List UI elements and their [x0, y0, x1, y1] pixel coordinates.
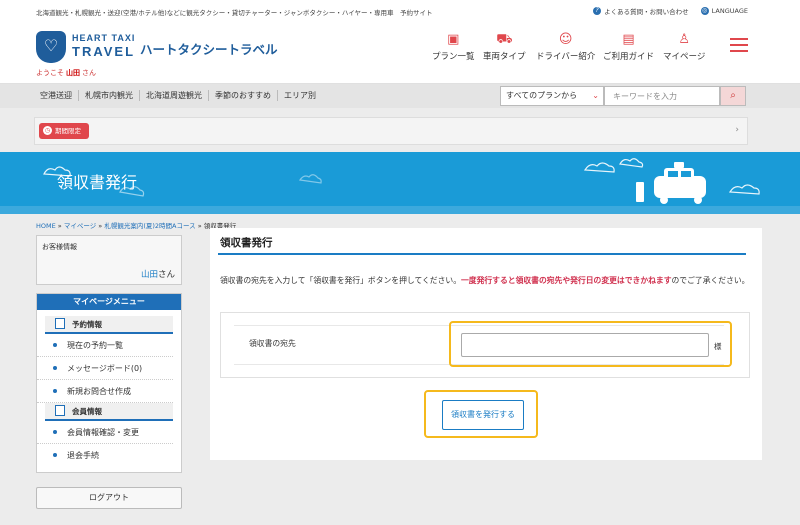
- nav-guide[interactable]: ▤ ご利用ガイド: [603, 32, 654, 62]
- nav-mypage-label: マイページ: [663, 52, 706, 62]
- receipt-panel: 領収書発行 領収書の宛先を入力して「領収書を発行」ボタンを押してください。一度発…: [210, 228, 762, 460]
- instructions-tail: のでご了承ください。: [671, 276, 750, 285]
- menu-section-member-label: 会員情報: [72, 407, 102, 416]
- limited-tag-label: 期間限定: [55, 127, 81, 135]
- faq-link[interactable]: ? よくある質問・お問い合わせ: [593, 6, 689, 16]
- nav-vehicles-label: 車両タイプ: [483, 52, 526, 62]
- subnav-area[interactable]: エリア別: [277, 90, 322, 101]
- page-title: 領収書発行: [220, 237, 273, 249]
- instructions-warning: 一度発行すると領収書の宛先や発行日の変更はできかねます: [461, 276, 672, 285]
- recipient-form-row: 領収書の宛先 様: [220, 312, 750, 378]
- mypage-menu: マイページメニュー 予約情報 現在の予約一覧 メッセージボード(0) 新規お問合…: [36, 293, 182, 473]
- menu-section-booking: 予約情報: [45, 316, 173, 334]
- nav-mypage[interactable]: ♙ マイページ: [663, 32, 705, 62]
- person-icon: ♙: [678, 32, 690, 47]
- issue-receipt-button[interactable]: 領収書を発行する: [442, 400, 524, 430]
- customer-info-title: お客様情報: [42, 243, 77, 251]
- subnav-seasonal[interactable]: 季節のおすすめ: [208, 90, 277, 101]
- customer-name-suffix: さん: [157, 270, 175, 280]
- breadcrumb: HOME » マイページ » 札幌観光案内(夏)2時間Aコース » 領収書発行: [36, 222, 237, 230]
- user-name: 山田: [66, 69, 80, 77]
- honorific-suffix: 様: [714, 342, 722, 351]
- menu-section-booking-label: 予約情報: [72, 320, 102, 329]
- document-icon: [55, 318, 65, 329]
- welcome-message: ようこそ 山田 さん: [36, 68, 96, 78]
- chevron-down-icon: ⌄: [592, 91, 599, 100]
- recipient-input[interactable]: [461, 333, 709, 357]
- search-button[interactable]: ⌕: [720, 86, 746, 106]
- logo-en-top: HEART TAXI: [72, 33, 136, 43]
- logout-button[interactable]: ログアウト: [36, 487, 182, 509]
- instructions: 領収書の宛先を入力して「領収書を発行」ボタンを押してください。一度発行すると領収…: [220, 274, 750, 287]
- subnav-sapporo[interactable]: 札幌市内観光: [78, 90, 139, 101]
- recipient-label: 領収書の宛先: [249, 339, 296, 348]
- clock-icon: ◷: [43, 126, 52, 135]
- breadcrumb-home[interactable]: HOME: [36, 222, 56, 230]
- site-header: ♡ HEART TAXI TRAVEL ハートタクシートラベル ようこそ 山田 さん…: [0, 22, 800, 84]
- nav-drivers-label: ドライバー紹介: [536, 52, 596, 62]
- logo-en-bottom: TRAVEL: [72, 44, 136, 59]
- search-input[interactable]: [604, 86, 720, 106]
- hamburger-menu-icon[interactable]: [730, 38, 748, 52]
- page-banner-title: 領収書発行: [57, 173, 138, 192]
- customer-name-value: 山田: [140, 270, 158, 280]
- car-icon: ⛟: [496, 32, 513, 47]
- page-banner: 領収書発行: [0, 152, 800, 214]
- title-underline: [218, 253, 746, 255]
- heart-logo-icon[interactable]: ♡: [36, 31, 66, 63]
- welcome-suffix: さん: [82, 69, 96, 77]
- search-icon: ⌕: [730, 90, 736, 101]
- customer-name: 山田さん: [141, 268, 175, 280]
- menu-item-withdraw[interactable]: 退会手続: [37, 444, 173, 467]
- customer-info-box: お客様情報 山田さん: [36, 235, 182, 285]
- menu-item-reservations[interactable]: 現在の予約一覧: [37, 334, 173, 357]
- menu-item-new-inquiry[interactable]: 新規お問合せ作成: [37, 380, 173, 403]
- instructions-text: 領収書の宛先を入力して「領収書を発行」ボタンを押してください。: [220, 276, 461, 285]
- suitcase-icon: ▣: [447, 32, 460, 47]
- nav-drivers[interactable]: ☺ ドライバー紹介: [536, 32, 595, 62]
- breadcrumb-mypage[interactable]: マイページ: [64, 222, 96, 230]
- globe-icon: ◎: [700, 7, 709, 15]
- welcome-prefix: ようこそ: [36, 69, 64, 77]
- nav-plans[interactable]: ▣ プラン一覧: [432, 32, 475, 62]
- mypage-menu-title: マイページメニュー: [37, 294, 181, 310]
- plan-select-value: すべてのプランから: [506, 91, 578, 100]
- language-link[interactable]: ◎ LANGUAGE: [700, 7, 748, 15]
- breadcrumb-booking[interactable]: 札幌観光案内(夏)2時間Aコース: [104, 222, 195, 230]
- nav-guide-label: ご利用ガイド: [603, 52, 655, 62]
- id-card-icon: [55, 405, 65, 416]
- logo-jp[interactable]: ハートタクシートラベル: [140, 39, 278, 58]
- nav-vehicles[interactable]: ⛟ 車両タイプ: [483, 32, 526, 62]
- menu-item-message-board[interactable]: メッセージボード(0): [37, 357, 173, 380]
- subnav-airport[interactable]: 空港送迎: [40, 90, 78, 101]
- subnav-hokkaido[interactable]: 北海道周遊観光: [139, 90, 208, 101]
- menu-section-member: 会員情報: [45, 403, 173, 421]
- site-tagline: 北海道観光・札幌観光・送迎(空港/ホテル他)などに観光タクシー・貸切チャーター・…: [36, 9, 433, 17]
- chevron-right-icon: ›: [735, 125, 739, 135]
- book-icon: ▤: [622, 32, 635, 47]
- limited-tag: ◷ 期間限定: [39, 123, 89, 139]
- notice-bar[interactable]: ◷ 期間限定 ›: [34, 117, 748, 145]
- nav-plans-label: プラン一覧: [432, 52, 475, 62]
- plan-select[interactable]: すべてのプランから ⌄: [500, 86, 604, 106]
- top-bar: 北海道観光・札幌観光・送迎(空港/ホテル他)などに観光タクシー・貸切チャーター・…: [0, 0, 800, 22]
- sub-nav: 空港送迎 札幌市内観光 北海道周遊観光 季節のおすすめ エリア別 すべてのプラン…: [0, 84, 800, 108]
- driver-icon: ☺: [558, 32, 573, 47]
- menu-item-member-info[interactable]: 会員情報確認・変更: [37, 421, 173, 444]
- logo-text[interactable]: HEART TAXI TRAVEL: [72, 33, 136, 59]
- question-icon: ?: [593, 7, 602, 15]
